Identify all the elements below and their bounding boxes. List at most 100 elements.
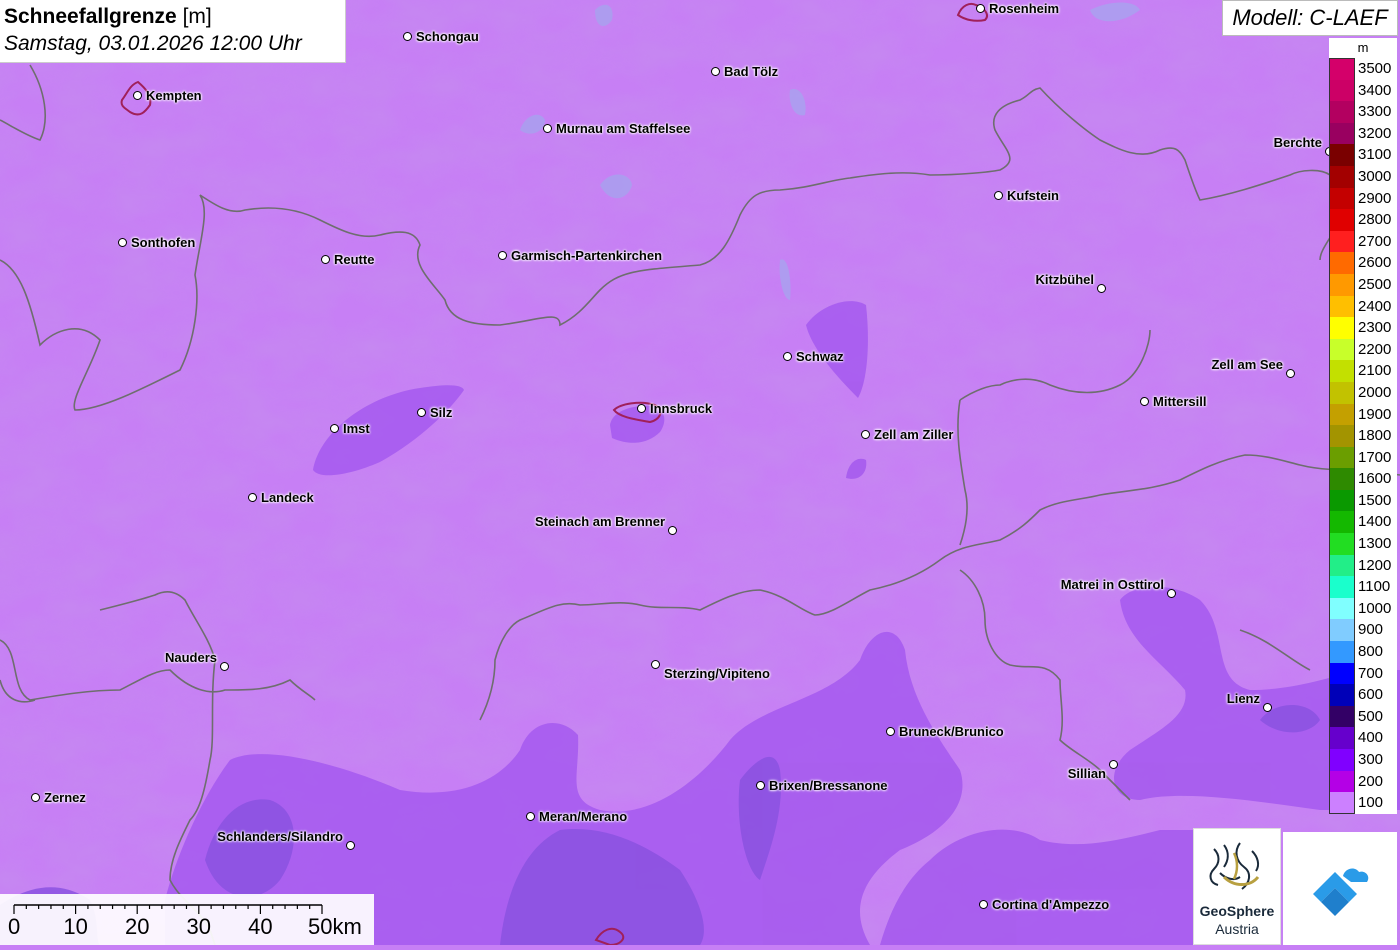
legend-value: 3100 (1355, 144, 1397, 166)
legend-swatch (1329, 144, 1355, 166)
map-datetime: Samstag, 03.01.2026 12:00 Uhr (4, 32, 302, 55)
city-marker-steinach (668, 526, 677, 535)
city-marker-reutte (321, 255, 330, 264)
city-label-zell-am-see: Zell am See (1211, 357, 1283, 372)
legend-entry: 1100 (1329, 576, 1397, 598)
legend-entry: 700 (1329, 662, 1397, 685)
city-label-meran: Meran/Merano (539, 809, 628, 824)
city-label-zernez: Zernez (44, 790, 86, 805)
city-label-garmisch: Garmisch-Partenkirchen (511, 248, 663, 263)
legend-swatch (1329, 209, 1355, 231)
legend-entry: 800 (1329, 641, 1397, 663)
legend-swatch (1329, 641, 1355, 663)
legend-swatch (1329, 576, 1355, 598)
scale-label: 40 (248, 914, 273, 939)
city-marker-meran (526, 812, 535, 821)
legend-entry: 1800 (1329, 425, 1397, 447)
legend-entry: 400 (1329, 727, 1397, 749)
city-marker-lienz (1263, 703, 1272, 712)
city-marker-nauders (220, 662, 229, 671)
legend-entry: 1200 (1329, 554, 1397, 577)
city-label-sonthofen: Sonthofen (131, 235, 196, 250)
legend-entry: 3100 (1329, 144, 1397, 166)
city-marker-rosenheim (976, 4, 985, 13)
legend-swatch (1329, 727, 1355, 749)
scale-label: 20 (124, 914, 150, 939)
city-label-sterzing: Sterzing/Vipiteno (664, 666, 770, 681)
city-marker-garmisch (498, 251, 507, 260)
legend-swatch (1329, 662, 1355, 685)
legend-value: 1900 (1355, 403, 1397, 426)
city-label-berchtesgaden: Berchte (1273, 135, 1322, 150)
weather-app-logo[interactable] (1283, 832, 1397, 945)
legend-value: 2800 (1355, 209, 1397, 231)
city-label-nauders: Nauders (164, 650, 217, 665)
city-label-bad-toelz: Bad Tölz (724, 64, 779, 79)
city-label-kempten: Kempten (146, 88, 202, 103)
city-marker-schlanders (346, 841, 355, 850)
legend-value: 3300 (1355, 101, 1397, 123)
city-label-bruneck: Bruneck/Brunico (899, 724, 1004, 739)
city-label-schongau: Schongau (416, 29, 479, 44)
city-label-innsbruck: Innsbruck (650, 401, 713, 416)
city-marker-imst (330, 424, 339, 433)
legend-value: 2200 (1355, 338, 1397, 361)
scale-label: 10 (63, 914, 88, 939)
legend-swatch (1329, 295, 1355, 318)
legend-value: 500 (1355, 705, 1397, 728)
legend-entry: 600 (1329, 684, 1397, 706)
city-label-cortina: Cortina d'Ampezzo (992, 897, 1110, 912)
city-label-silz: Silz (430, 405, 453, 420)
legend-swatch (1329, 187, 1355, 210)
legend-swatch (1329, 705, 1355, 728)
geosphere-logo[interactable]: GeoSphere Austria (1193, 828, 1281, 945)
legend-entry: 2900 (1329, 187, 1397, 210)
legend-value: 2000 (1355, 381, 1397, 404)
city-marker-murnau (543, 124, 552, 133)
legend-swatch (1329, 468, 1355, 490)
city-marker-sillian (1109, 760, 1118, 769)
legend-value: 800 (1355, 641, 1397, 663)
legend-value: 1400 (1355, 511, 1397, 534)
legend-value: 2500 (1355, 273, 1397, 296)
legend-swatch (1329, 252, 1355, 274)
legend-swatch (1329, 533, 1355, 555)
legend-swatch (1329, 425, 1355, 447)
legend-swatch (1329, 360, 1355, 382)
city-marker-sonthofen (118, 238, 127, 247)
legend-entry: 2300 (1329, 317, 1397, 339)
legend-entry: 2400 (1329, 295, 1397, 318)
legend-value: 2700 (1355, 230, 1397, 253)
legend-value: 1800 (1355, 425, 1397, 447)
legend-value: 2300 (1355, 317, 1397, 339)
legend-swatch (1329, 619, 1355, 642)
legend-swatch (1329, 554, 1355, 577)
legend-value: 2900 (1355, 187, 1397, 210)
legend-value: 300 (1355, 749, 1397, 771)
city-marker-kempten (133, 91, 142, 100)
legend-entry: 1600 (1329, 468, 1397, 490)
legend-value: 1100 (1355, 576, 1397, 598)
color-legend: m 3500 3400 3300 3200 3100 3000 2900 2800 2700 26… (1329, 38, 1397, 814)
city-label-matrei: Matrei in Osttirol (1060, 577, 1164, 592)
legend-entry: 2700 (1329, 230, 1397, 253)
legend-value: 2600 (1355, 252, 1397, 274)
legend-entry: 100 (1329, 792, 1397, 814)
legend-swatch (1329, 489, 1355, 512)
snowfall-map (0, 0, 1400, 945)
legend-entry: 2000 (1329, 381, 1397, 404)
geosphere-country: Austria (1215, 921, 1259, 937)
city-marker-mittersill (1140, 397, 1149, 406)
scale-label: 30 (186, 914, 212, 939)
legend-entry: 2800 (1329, 209, 1397, 231)
legend-value: 3000 (1355, 165, 1397, 188)
city-marker-bruneck (886, 727, 895, 736)
legend-value: 3200 (1355, 122, 1397, 145)
legend-swatch (1329, 749, 1355, 771)
scale-label: 0 (8, 914, 21, 939)
legend-entry: 3200 (1329, 122, 1397, 145)
city-label-kitzbuehel: Kitzbühel (1035, 272, 1095, 287)
legend-swatch (1329, 58, 1355, 80)
city-marker-schwaz (783, 352, 792, 361)
legend-entry: 1500 (1329, 489, 1397, 512)
